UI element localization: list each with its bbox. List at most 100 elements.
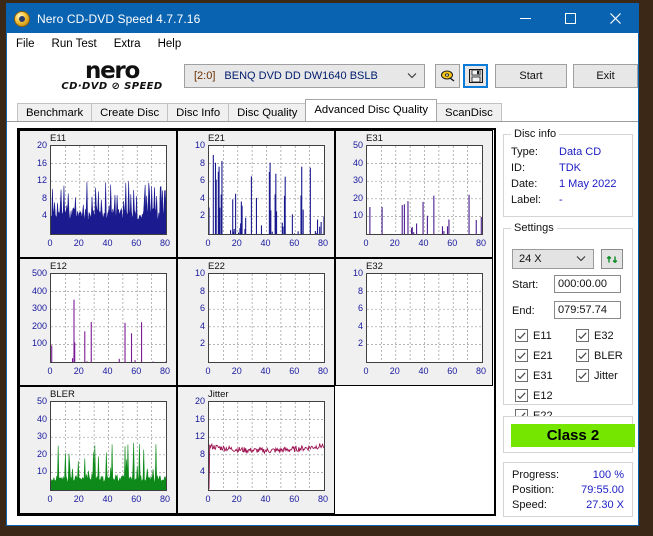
start-button[interactable]: Start [495,64,567,88]
menu-item-file[interactable]: File [16,38,35,50]
quality-class-group: Class 2 [503,416,635,453]
x-tick-label: 60 [447,366,458,376]
tab-scandisc[interactable]: ScanDisc [436,103,502,121]
x-tick-label: 20 [389,366,400,376]
y-tick-label: 10 [194,140,205,150]
maximize-button[interactable] [548,4,593,33]
nero-logo-text: nero [85,58,140,84]
menu-bar: File Run Test Extra Help [7,33,638,54]
y-tick-label: 12 [36,175,47,186]
chart-title-e11: E11 [50,133,67,144]
y-tick-label: 4 [199,320,205,331]
chart-cell-bler: BLER 10 20 30 40 50 0 20 40 60 80 [19,386,177,514]
checkbox-e21[interactable]: E21 [515,349,553,362]
speed-select-value: 24 X [519,253,542,265]
x-tick-label: 0 [47,494,53,504]
y-tick-label: 100 [31,338,47,349]
end-time-label: End: [512,305,535,317]
y-tick-label: 200 [31,320,47,331]
chart-cell-e21: E21 2 4 6 8 10 0 20 40 60 80 [177,130,335,258]
x-tick-label: 40 [418,366,429,376]
chart-cell-jitter: Jitter 4 8 12 16 20 0 20 40 60 80 [177,386,335,514]
y-tick-label: 50 [352,140,363,150]
checkbox-jitter-label: Jitter [594,369,618,382]
y-tick-label: 8 [199,285,205,296]
tab-create-disc[interactable]: Create Disc [91,103,169,121]
chart-cell-e32: E32 2 4 6 8 10 0 20 40 60 80 [335,258,493,386]
exit-button[interactable]: Exit [573,64,638,88]
y-tick-label: 8 [199,157,205,168]
chart-title-e32: E32 [366,261,383,272]
close-button[interactable] [593,4,638,33]
y-tick-label: 2 [199,210,205,221]
save-results-button[interactable] [463,64,488,88]
x-tick-label: 20 [231,238,242,248]
drive-select[interactable]: [2:0] BENQ DVD DD DW1640 BSLB [184,64,425,88]
x-tick-label: 20 [73,238,84,248]
checkmark-icon [515,369,528,382]
progress-value: 100 % [592,469,624,481]
menu-item-run-test[interactable]: Run Test [52,38,97,50]
x-tick-label: 60 [447,238,458,248]
speed-select[interactable]: 24 X [512,249,594,269]
checkmark-icon [515,349,528,362]
y-tick-label: 20 [352,192,363,203]
x-tick-label: 0 [47,366,53,376]
chart-cell-empty [335,386,493,514]
start-time-input[interactable]: 000:00.00 [554,275,621,293]
y-tick-label: 6 [357,303,363,314]
x-tick-label: 0 [47,238,53,248]
y-tick-label: 30 [36,431,47,442]
settings-group-label: Settings [511,222,557,234]
y-tick-label: 40 [36,413,47,424]
tab-benchmark[interactable]: Benchmark [17,103,93,121]
checkbox-e11-label: E11 [533,329,552,342]
start-time-label: Start: [512,279,539,291]
checkmark-icon [576,369,589,382]
tab-disc-quality[interactable]: Disc Quality [228,103,307,121]
checkbox-e11[interactable]: E11 [515,329,552,342]
window-title: Nero CD-DVD Speed 4.7.7.16 [37,11,201,26]
floppy-save-icon [468,69,483,83]
menu-item-extra[interactable]: Extra [114,38,141,50]
chart-cell-e22: E22 2 4 6 8 10 0 20 40 60 80 [177,258,335,386]
chart-title-e22: E22 [208,261,225,272]
refresh-arrows-icon [606,255,617,263]
disc-label-label: Label: [511,194,541,206]
x-tick-label: 80 [317,366,328,376]
x-tick-label: 20 [73,366,84,376]
x-tick-label: 60 [289,238,300,248]
x-tick-label: 40 [260,238,271,248]
window-controls [503,4,638,33]
checkbox-jitter[interactable]: Jitter [576,369,618,382]
disc-id-label: ID: [511,162,526,174]
disc-date-label: Date: [511,178,538,190]
checkbox-bler[interactable]: BLER [576,349,623,362]
y-tick-label: 2 [199,338,205,349]
chevron-down-icon [407,71,417,81]
menu-item-help[interactable]: Help [158,38,182,50]
y-tick-label: 4 [41,210,47,221]
checkbox-e12[interactable]: E12 [515,389,553,402]
minimize-button[interactable] [503,4,548,33]
nero-logo: nero CD·DVD ⊘ SPEED [52,58,172,93]
y-tick-label: 20 [36,448,47,459]
checkbox-e32[interactable]: E32 [576,329,614,342]
checkmark-icon [515,389,528,402]
x-tick-label: 80 [475,238,486,248]
tab-disc-info[interactable]: Disc Info [167,103,230,121]
x-tick-label: 0 [363,238,369,248]
progress-label: Progress: [512,469,560,481]
checkbox-e31[interactable]: E31 [515,369,553,382]
x-tick-label: 20 [231,494,242,504]
disc-id-value: TDK [559,162,581,174]
x-tick-label: 0 [363,366,369,376]
y-tick-label: 40 [352,157,363,168]
drive-speed-button[interactable] [435,64,460,88]
refresh-button[interactable] [601,249,623,269]
tab-advanced-disc-quality[interactable]: Advanced Disc Quality [305,99,438,121]
chevron-down-icon [576,254,586,264]
end-time-input[interactable]: 079:57.74 [554,301,621,319]
plot-area-e32 [366,273,483,363]
x-tick-label: 40 [102,366,113,376]
